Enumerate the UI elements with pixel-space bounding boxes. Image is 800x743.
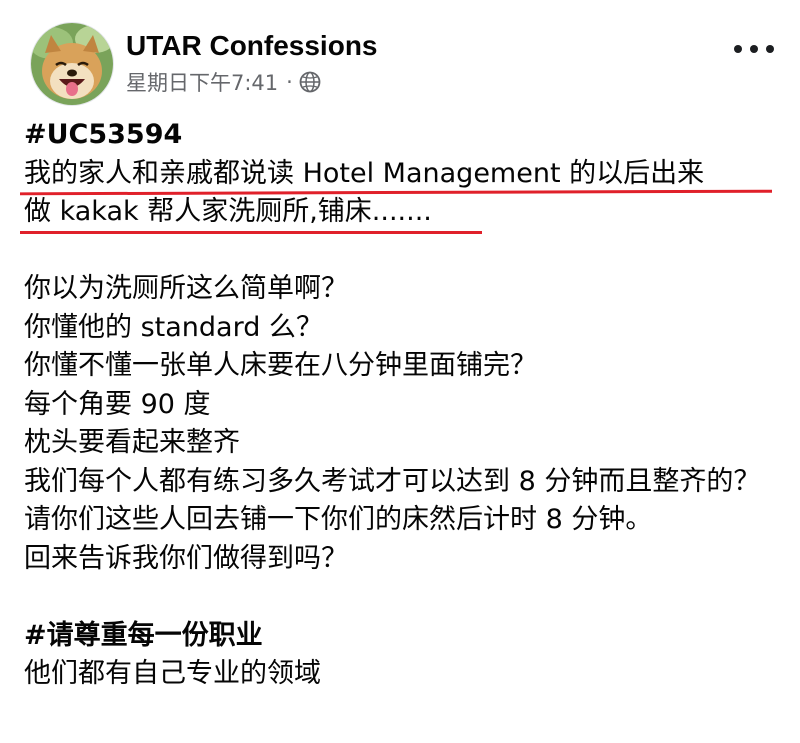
body-line: 枕头要看起来整齐 (24, 427, 240, 458)
red-underline-2 (20, 231, 482, 234)
separator-dot: · (286, 70, 293, 94)
body-line: 回来告诉我你们做得到吗？ (24, 542, 348, 574)
more-options-button[interactable] (734, 34, 774, 64)
post-meta: 星期日下午7:41 · (126, 67, 321, 97)
body-line: 你懂他的 standard 么？ (24, 311, 323, 343)
more-options-icon (734, 45, 742, 53)
facebook-post: UTAR Confessions 星期日下午7:41 · #UC53594 我的… (0, 0, 800, 743)
body-line: 请你们这些人回去铺一下你们的床然后计时 8 分钟。 (24, 504, 653, 535)
author-name[interactable]: UTAR Confessions (126, 28, 378, 64)
post-body: #UC53594 我的家人和亲戚都说读 Hotel Management 的以后… (24, 116, 784, 694)
body-line: 他们都有自己专业的领域 (24, 658, 321, 689)
body-line: 每个角要 90 度 (24, 388, 211, 420)
highlighted-line-2: 做 kakak 帮人家洗厕所,铺床....... (24, 196, 432, 227)
body-line: 你以为洗厕所这么简单啊？ (24, 273, 348, 304)
hashtag-link[interactable]: #请尊重每一份职业 (24, 617, 784, 656)
highlighted-line-1: 我的家人和亲戚都说读 Hotel Management 的以后出来 (24, 157, 705, 189)
timestamp[interactable]: 星期日下午7:41 (126, 67, 278, 97)
avatar[interactable] (30, 22, 114, 106)
post-tag[interactable]: #UC53594 (24, 116, 784, 155)
body-line: 你懂不懂一张单人床要在八分钟里面铺完？ (24, 350, 537, 381)
dog-avatar-icon (31, 23, 113, 105)
body-line: 我们每个人都有练习多久考试才可以达到 8 分钟而且整齐的？ (24, 465, 761, 497)
globe-icon[interactable] (299, 71, 321, 93)
